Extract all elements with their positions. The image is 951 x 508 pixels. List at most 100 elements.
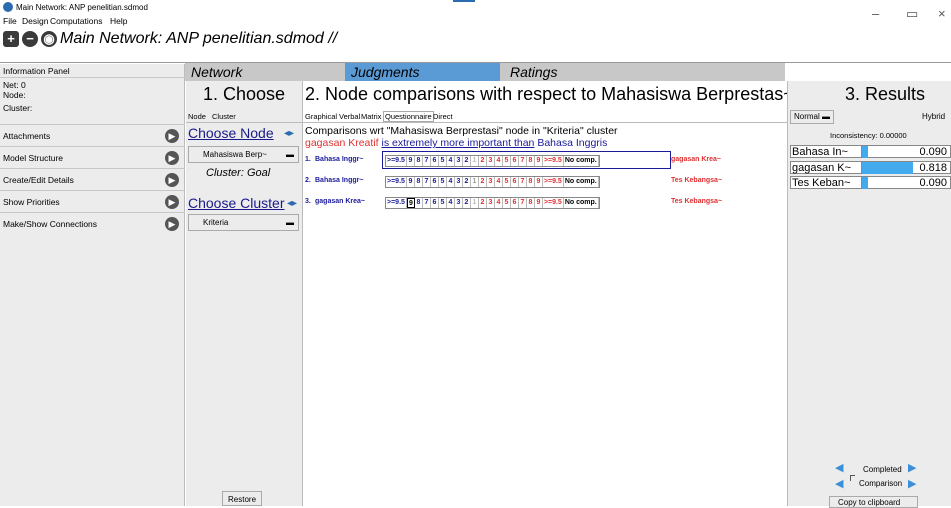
scale-cell[interactable]: 3 <box>455 177 463 187</box>
scale-cell[interactable]: >=9.5 <box>386 177 407 187</box>
info-item-model-structure[interactable]: Model Structure ▶ <box>0 147 185 169</box>
scale-cell[interactable]: 3 <box>487 156 495 166</box>
scale-cell[interactable]: 7 <box>519 177 527 187</box>
hybrid-select[interactable]: Hybrid <box>922 112 945 121</box>
mode-select[interactable]: Normal ▬ <box>790 110 834 124</box>
scale-cell[interactable]: 7 <box>423 198 431 208</box>
scale-cell[interactable]: 3 <box>455 156 463 166</box>
scale-cell[interactable]: 9 <box>407 177 415 187</box>
scale-cell[interactable]: 6 <box>511 177 519 187</box>
scale-cell[interactable]: 3 <box>487 198 495 208</box>
scale-cell[interactable]: 1 <box>471 177 479 187</box>
restore-button[interactable]: Restore <box>222 491 262 506</box>
scale-cell[interactable]: 7 <box>423 177 431 187</box>
scale-cell[interactable]: 8 <box>415 198 423 208</box>
tab-node[interactable]: Node <box>188 112 206 121</box>
scale-cell[interactable]: 3 <box>455 198 463 208</box>
node-select[interactable]: Mahasiswa Berp~ ▬ <box>188 146 299 163</box>
scale-cell[interactable]: 4 <box>495 156 503 166</box>
scale-cell[interactable]: 5 <box>439 156 447 166</box>
add-icon[interactable]: + <box>3 31 19 47</box>
choose-cluster-label[interactable]: Choose Cluster <box>188 195 285 211</box>
tab-questionnaire[interactable]: Questionnaire <box>383 111 434 122</box>
scale-cell[interactable]: 6 <box>431 156 439 166</box>
scale-cell[interactable]: No comp. <box>564 177 599 187</box>
menu-computations[interactable]: Computations <box>50 16 102 26</box>
arrow-right-icon[interactable]: ▶ <box>908 461 916 474</box>
tab-verbal[interactable]: Verbal <box>339 112 360 121</box>
scale-cell[interactable]: >=9.5 <box>386 156 407 166</box>
scale-cell[interactable]: 1 <box>471 156 479 166</box>
arrow-right-icon[interactable]: ▶ <box>165 129 179 143</box>
scale-cell[interactable]: 9 <box>535 177 543 187</box>
scale-cell[interactable]: 5 <box>439 177 447 187</box>
scale-cell[interactable]: 5 <box>439 198 447 208</box>
completed-checkbox[interactable] <box>850 475 855 481</box>
scale-cell[interactable]: 7 <box>519 198 527 208</box>
scale-cell[interactable]: 9 <box>406 198 415 208</box>
scale-cell[interactable]: 8 <box>415 177 423 187</box>
scale-cell[interactable]: 5 <box>503 156 511 166</box>
scale-cell[interactable]: 3 <box>487 177 495 187</box>
scale-cell[interactable]: >=9.5 <box>543 198 564 208</box>
scale-cell[interactable]: 2 <box>463 177 471 187</box>
scale-cell[interactable]: 4 <box>447 156 455 166</box>
tab-network[interactable]: Network <box>185 63 345 81</box>
swap-icon[interactable]: ◂▸ <box>287 198 301 209</box>
info-item-attachments[interactable]: Attachments ▶ <box>0 125 185 147</box>
scale-cell[interactable]: 4 <box>495 198 503 208</box>
scale-cell[interactable]: 8 <box>527 177 535 187</box>
info-item-create-edit-details[interactable]: Create/Edit Details ▶ <box>0 169 185 191</box>
scale-cell[interactable]: >=9.5 <box>543 177 564 187</box>
minus-icon[interactable]: − <box>22 31 38 47</box>
scale-cell[interactable]: >=9.5 <box>543 156 564 166</box>
scale-cell[interactable]: 2 <box>479 177 487 187</box>
arrow-right-icon[interactable]: ▶ <box>165 151 179 165</box>
tab-cluster[interactable]: Cluster <box>212 112 236 121</box>
tab-graphical[interactable]: Graphical <box>305 112 337 121</box>
arrow-right-icon[interactable]: ▶ <box>165 173 179 187</box>
scale-cell[interactable]: 1 <box>471 198 479 208</box>
scale-cell[interactable]: >=9.5 <box>386 198 407 208</box>
scale-cell[interactable]: 6 <box>431 177 439 187</box>
arrow-right-icon[interactable]: ▶ <box>165 195 179 209</box>
cluster-select[interactable]: Kriteria ▬ <box>188 214 299 231</box>
copy-to-clipboard-button[interactable]: Copy to clipboard <box>829 496 918 508</box>
scale-cell[interactable]: 8 <box>527 156 535 166</box>
search-icon[interactable]: ◉ <box>41 31 57 47</box>
scale-cell[interactable]: No comp. <box>564 198 599 208</box>
tab-direct[interactable]: Direct <box>433 112 453 121</box>
tab-ratings[interactable]: Ratings <box>504 63 664 81</box>
scale-cell[interactable]: 2 <box>463 198 471 208</box>
scale-cell[interactable]: 4 <box>447 198 455 208</box>
info-item-make-show-connections[interactable]: Make/Show Connections ▶ <box>0 213 185 235</box>
menu-design[interactable]: Design <box>22 16 48 26</box>
scale-cell[interactable]: 4 <box>447 177 455 187</box>
scale-cell[interactable]: 5 <box>503 177 511 187</box>
scale-cell[interactable]: 7 <box>519 156 527 166</box>
scale-cell[interactable]: 6 <box>511 156 519 166</box>
info-item-show-priorities[interactable]: Show Priorities ▶ <box>0 191 185 213</box>
tab-matrix[interactable]: Matrix <box>361 112 381 121</box>
scale-cell[interactable]: 7 <box>423 156 431 166</box>
arrow-left-icon[interactable]: ◀ <box>835 461 843 474</box>
arrow-right-icon[interactable]: ▶ <box>165 217 179 231</box>
swap-icon[interactable]: ◂▸ <box>284 128 298 139</box>
scale-cell[interactable]: 2 <box>463 156 471 166</box>
scale-cell[interactable]: 9 <box>535 198 543 208</box>
tab-judgments[interactable]: Judgments <box>345 63 500 81</box>
scale-cell[interactable]: 2 <box>479 156 487 166</box>
scale-cell[interactable]: 6 <box>511 198 519 208</box>
arrow-left-icon[interactable]: ◀ <box>835 477 843 490</box>
menu-file[interactable]: File <box>3 16 17 26</box>
menu-help[interactable]: Help <box>110 16 127 26</box>
arrow-right-icon[interactable]: ▶ <box>908 477 916 490</box>
choose-node-label[interactable]: Choose Node <box>188 125 274 141</box>
scale-cell[interactable]: 8 <box>415 156 423 166</box>
scale-cell[interactable]: No comp. <box>564 156 599 166</box>
scale-cell[interactable]: 8 <box>527 198 535 208</box>
scale-cell[interactable]: 2 <box>479 198 487 208</box>
scale-cell[interactable]: 9 <box>535 156 543 166</box>
scale-cell[interactable]: 6 <box>431 198 439 208</box>
scale-cell[interactable]: 4 <box>495 177 503 187</box>
